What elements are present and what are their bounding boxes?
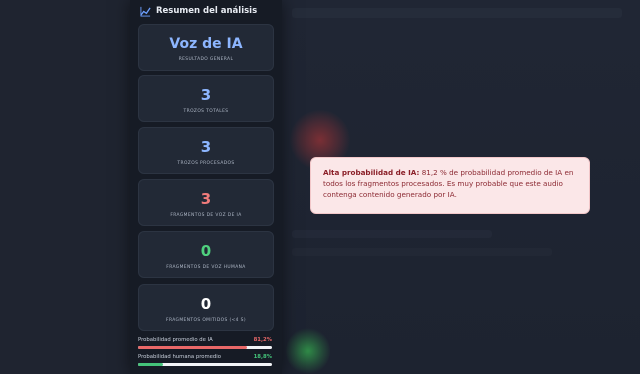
background-left [0, 0, 130, 374]
stat-label: TROZOS TOTALES [183, 109, 229, 114]
result-label: RESULTADO GENERAL [178, 57, 234, 62]
stat-card-total-chunks: 3 TROZOS TOTALES [138, 75, 274, 122]
stat-label: FRAGMENTOS DE VOZ HUMANA [166, 265, 246, 270]
result-value: Voz de IA [169, 36, 243, 52]
stat-card-human-fragments: 0 FRAGMENTOS DE VOZ HUMANA [138, 231, 274, 278]
stat-card-processed-chunks: 3 TROZOS PROCESADOS [138, 127, 274, 174]
sidebar-header: Resumen del análisis [140, 4, 257, 18]
ai-probability-bar [138, 346, 272, 349]
ai-probability-bar-fill [138, 346, 247, 349]
sidebar-title: Resumen del análisis [156, 6, 258, 16]
stat-card-skipped-fragments: 0 FRAGMENTOS OMITIDOS (<4 S) [138, 284, 274, 331]
alert-title: Alta probabilidad de IA: [323, 168, 420, 177]
human-probability-bar [138, 363, 272, 366]
stat-value: 3 [200, 86, 212, 104]
ai-probability-label: Probabilidad promedio de IA [138, 337, 213, 343]
ai-probability-value: 81,2% [253, 337, 272, 343]
stat-value: 3 [200, 190, 212, 208]
stat-value: 0 [200, 242, 212, 260]
high-ai-probability-alert: Alta probabilidad de IA: 81,2 % de proba… [310, 157, 590, 214]
stat-card-ai-fragments: 3 FRAGMENTOS DE VOZ DE IA [138, 179, 274, 226]
analysis-summary-sidebar: Resumen del análisis Voz de IA RESULTADO… [130, 0, 282, 374]
stat-label: TROZOS PROCESADOS [177, 161, 235, 166]
stat-value: 0 [200, 295, 212, 313]
stat-value: 3 [200, 138, 212, 156]
human-probability-label: Probabilidad humana promedio [138, 354, 222, 360]
trend-chart-icon [140, 6, 151, 17]
result-card: Voz de IA RESULTADO GENERAL [138, 24, 274, 71]
stat-label: FRAGMENTOS OMITIDOS (<4 S) [166, 318, 246, 323]
human-probability-value: 18,8% [253, 354, 272, 360]
stat-label: FRAGMENTOS DE VOZ DE IA [170, 213, 242, 218]
human-probability-bar-fill [138, 363, 164, 366]
blurred-green-indicator [286, 328, 330, 374]
